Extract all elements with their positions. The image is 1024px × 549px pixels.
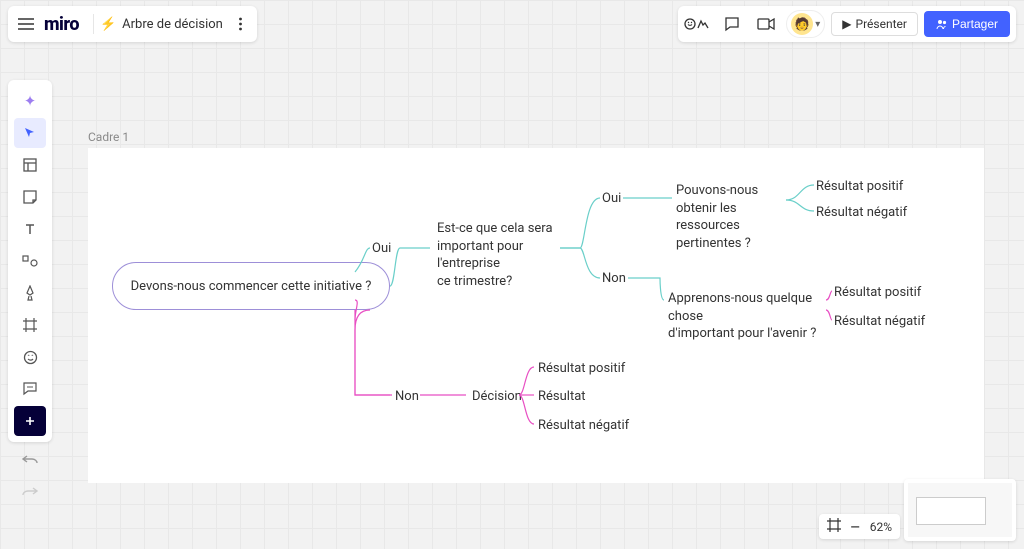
node-oui-1[interactable]: Oui (372, 240, 391, 258)
tool-more-icon[interactable] (14, 406, 46, 436)
node-q-important[interactable]: Est-ce que cela sera important pour l'en… (437, 220, 567, 290)
avatar-menu[interactable]: 🧑 ▾ (786, 10, 825, 38)
minimap[interactable] (904, 479, 1016, 541)
header-right: 🧑 ▾ ▶ Présenter Partager (678, 6, 1016, 42)
root-node-text: Devons-nous commencer cette initiative ? (131, 279, 372, 294)
zoom-level[interactable]: 62% (870, 520, 892, 534)
root-node[interactable]: Devons-nous commencer cette initiative ? (112, 262, 390, 310)
tool-pen-icon[interactable] (14, 278, 46, 308)
board-title[interactable]: Arbre de décision (122, 17, 223, 32)
tool-select-icon[interactable] (14, 118, 46, 148)
play-icon: ▶ (842, 17, 851, 31)
more-icon[interactable] (231, 17, 251, 31)
minimap-canvas (908, 483, 1012, 537)
node-res-pos[interactable]: Résultat positif (816, 178, 903, 196)
avatar: 🧑 (791, 13, 813, 35)
node-q-resources[interactable]: Pouvons-nous obtenir les ressources pert… (676, 182, 786, 252)
left-toolbar: ✦ (8, 80, 52, 442)
bolt-icon[interactable]: ⚡ (100, 17, 116, 32)
share-label: Partager (952, 17, 998, 31)
node-non-1[interactable]: Non (395, 388, 419, 406)
reactions-icon[interactable] (684, 10, 712, 38)
present-button[interactable]: ▶ Présenter (831, 12, 918, 36)
tool-templates-icon[interactable] (14, 150, 46, 180)
node-dec-mid[interactable]: Résultat (538, 388, 586, 406)
comment-icon[interactable] (718, 10, 746, 38)
frame-label[interactable]: Cadre 1 (88, 130, 129, 144)
header-left: miro ⚡ Arbre de décision (8, 6, 257, 42)
video-icon[interactable] (752, 10, 780, 38)
tool-text-icon[interactable] (14, 214, 46, 244)
node-decision[interactable]: Décision (472, 388, 522, 406)
logo: miro (44, 14, 79, 35)
tool-ai-icon[interactable]: ✦ (14, 86, 46, 116)
history-controls (8, 448, 52, 504)
tool-shapes-icon[interactable] (14, 246, 46, 276)
node-learn-neg[interactable]: Résultat négatif (834, 313, 925, 331)
node-q-learn[interactable]: Apprenons-nous quelque chose d'important… (668, 290, 828, 343)
chevron-down-icon: ▾ (815, 19, 820, 30)
fit-icon[interactable] (827, 518, 841, 535)
node-dec-pos[interactable]: Résultat positif (538, 360, 625, 378)
undo-icon[interactable] (18, 448, 42, 472)
tool-frame-icon[interactable] (14, 310, 46, 340)
divider (93, 14, 94, 34)
zoom-controls: — 62% (819, 514, 900, 539)
node-learn-pos[interactable]: Résultat positif (834, 284, 921, 302)
share-button[interactable]: Partager (924, 11, 1010, 37)
node-res-neg[interactable]: Résultat négatif (816, 204, 907, 222)
menu-icon[interactable] (14, 12, 38, 36)
redo-icon[interactable] (18, 480, 42, 504)
node-dec-neg[interactable]: Résultat négatif (538, 417, 629, 435)
tool-comment-icon[interactable] (14, 374, 46, 404)
minimap-viewport (916, 497, 986, 525)
people-icon (936, 18, 948, 30)
tool-emoji-icon[interactable] (14, 342, 46, 372)
tool-sticky-icon[interactable] (14, 182, 46, 212)
node-oui-2[interactable]: Oui (602, 190, 621, 208)
present-label: Présenter (856, 17, 907, 31)
zoom-out-icon[interactable]: — (851, 520, 860, 534)
node-non-2[interactable]: Non (602, 270, 626, 288)
